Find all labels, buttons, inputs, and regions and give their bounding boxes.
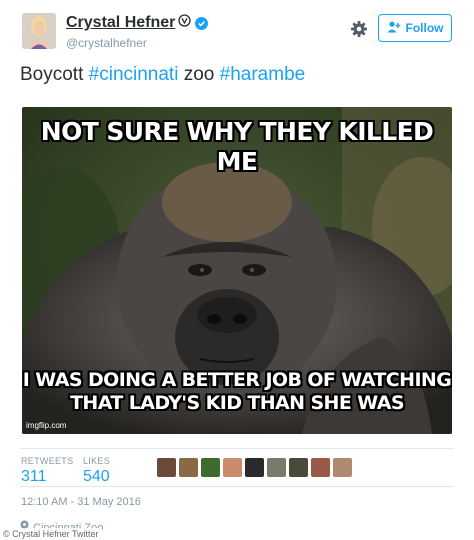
liker-avatar-7[interactable]: [289, 458, 308, 477]
name-row: Crystal Hefner: [66, 14, 209, 32]
tweet-text-middle: zoo: [178, 64, 220, 85]
follow-button-label: Follow: [405, 21, 444, 35]
liker-avatars: [157, 458, 352, 477]
meme-bottom-caption-line1: I WAS DOING A BETTER JOB OF WATCHING: [22, 369, 452, 391]
hashtag-harambe[interactable]: #harambe: [220, 64, 306, 85]
liker-avatar-2[interactable]: [179, 458, 198, 477]
verified-badge-icon: [195, 16, 209, 30]
liker-avatar-4[interactable]: [223, 458, 242, 477]
liker-avatar-9[interactable]: [333, 458, 352, 477]
tweet-media-image[interactable]: NOT SURE WHY THEY KILLED ME I WAS DOING …: [22, 107, 452, 434]
meme-bottom-caption: I WAS DOING A BETTER JOB OF WATCHING THA…: [22, 369, 452, 415]
likes-count: 540: [83, 468, 110, 485]
add-user-icon: [387, 21, 401, 36]
liker-avatar-3[interactable]: [201, 458, 220, 477]
avatar[interactable]: [22, 13, 56, 49]
meme-top-caption: NOT SURE WHY THEY KILLED ME: [40, 117, 434, 176]
tweet-header: Crystal Hefner @crystalhefner Follow: [0, 0, 474, 60]
retweets-count: 311: [21, 468, 47, 485]
tweet-timestamp[interactable]: 12:10 AM - 31 May 2016: [21, 496, 141, 508]
retweets-stat[interactable]: RETWEETS 311: [21, 456, 73, 486]
follow-button[interactable]: Follow: [378, 14, 452, 42]
photo-credit: © Crystal Hefner Twitter: [0, 528, 102, 540]
divider-bottom: [20, 486, 454, 487]
divider-top: [20, 448, 454, 449]
liker-avatar-8[interactable]: [311, 458, 330, 477]
liker-avatar-1[interactable]: [157, 458, 176, 477]
screen-name[interactable]: @crystalhefner: [66, 36, 147, 50]
hashtag-cincinnati[interactable]: #cincinnati: [89, 64, 179, 85]
likes-stat[interactable]: LIKES 540: [83, 456, 110, 486]
meme-bottom-caption-line2: THAT LADY'S KID THAN SHE WAS: [70, 392, 404, 414]
liker-avatar-6[interactable]: [267, 458, 286, 477]
retweets-label: RETWEETS: [21, 456, 74, 466]
display-name[interactable]: Crystal Hefner: [66, 14, 175, 32]
display-name-circle-icon: [178, 14, 192, 32]
imgflip-watermark: imgflip.com: [26, 421, 67, 430]
tweet-text: Boycott #cincinnati zoo #harambe: [20, 64, 305, 86]
likes-label: LIKES: [83, 456, 111, 466]
gear-icon[interactable]: [350, 20, 368, 38]
tweet-text-prefix: Boycott: [20, 64, 89, 85]
liker-avatar-5[interactable]: [245, 458, 264, 477]
